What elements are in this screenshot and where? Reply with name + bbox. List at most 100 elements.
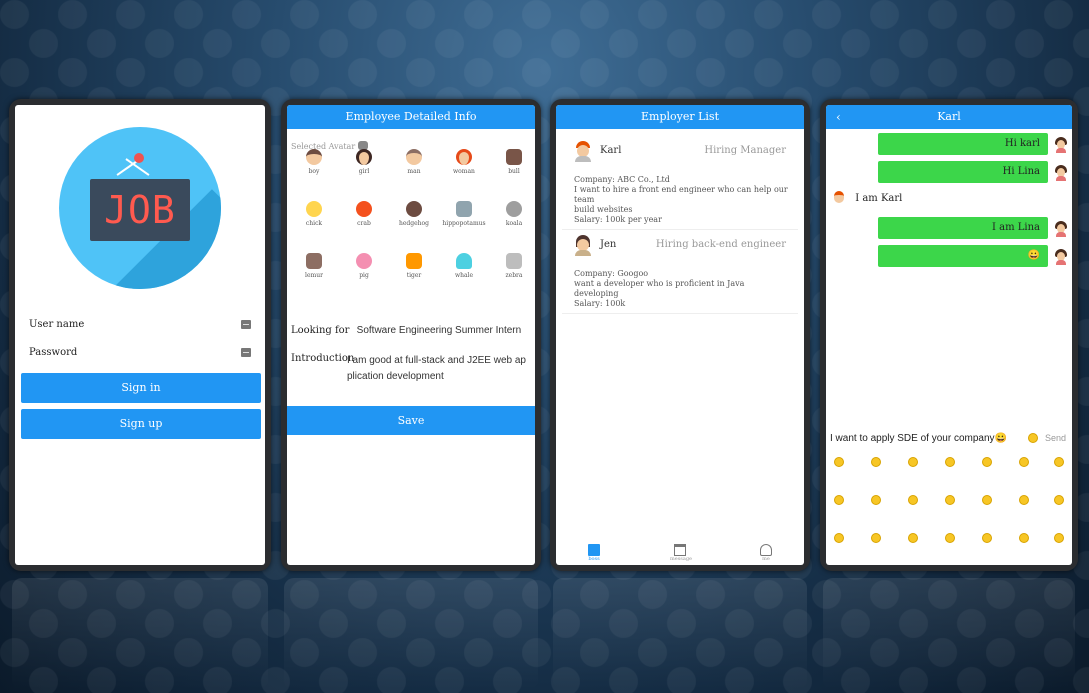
- emoji-icon[interactable]: [834, 457, 844, 467]
- emoji-icon[interactable]: [1054, 533, 1064, 543]
- emoji-icon[interactable]: [908, 495, 918, 505]
- card-header: Jen Hiring back-end engineer: [570, 231, 790, 259]
- signin-button[interactable]: Sign in: [21, 373, 261, 403]
- looking-for-row[interactable]: Looking for Software Engineering Summer …: [291, 325, 521, 336]
- emoji-icon[interactable]: [982, 533, 992, 543]
- crab-icon: [356, 201, 372, 217]
- employer-role: Hiring Manager: [704, 145, 786, 156]
- avatar-koala[interactable]: koala: [489, 201, 535, 251]
- user-icon: [760, 544, 772, 556]
- phone-chat: ‹ Karl Hi karl Hi Lina I am Karl I am Li…: [820, 99, 1078, 571]
- save-button[interactable]: Save: [287, 406, 535, 435]
- employer-name: Jen: [600, 239, 617, 250]
- hedgehog-icon: [406, 201, 422, 217]
- chat-header: ‹ Karl: [826, 105, 1072, 129]
- emoji-icon[interactable]: [834, 533, 844, 543]
- tab-me[interactable]: me: [756, 544, 776, 564]
- karl-avatar-icon: [834, 191, 844, 203]
- employer-role: Hiring back-end engineer: [655, 239, 786, 250]
- employer-card[interactable]: Jen Hiring back-end engineer Company: Go…: [562, 227, 798, 314]
- emoji-icon[interactable]: [1019, 495, 1029, 505]
- avatar-chick[interactable]: chick: [289, 201, 339, 251]
- avatar-crab[interactable]: crab: [339, 201, 389, 251]
- emoji-icon[interactable]: [834, 495, 844, 505]
- avatar-tiger[interactable]: tiger: [389, 253, 439, 303]
- chat-title: Karl: [937, 110, 961, 123]
- bottom-tab-bar: boss message me: [556, 541, 804, 565]
- avatar-man[interactable]: man: [389, 149, 439, 199]
- avatar-lemur[interactable]: lemur: [289, 253, 339, 303]
- emoji-icon[interactable]: [945, 495, 955, 505]
- emoji-icon[interactable]: [1054, 495, 1064, 505]
- lina-avatar-icon: [1054, 249, 1068, 265]
- bookmark-icon: [588, 544, 600, 556]
- avatar-zebra[interactable]: zebra: [489, 253, 535, 303]
- employer-list-title: Employer List: [556, 105, 804, 129]
- emoji-icon[interactable]: [871, 533, 881, 543]
- emoji-icon[interactable]: [1019, 533, 1029, 543]
- detail-screen: Employee Detailed Info Selected Avatar b…: [287, 105, 535, 565]
- keyboard-icon[interactable]: [241, 348, 251, 357]
- emoji-icon[interactable]: [982, 495, 992, 505]
- card-header: Karl Hiring Manager: [570, 137, 790, 165]
- description-line-2: build websites: [574, 205, 633, 214]
- avatar-woman[interactable]: woman: [439, 149, 489, 199]
- tiger-icon: [406, 253, 422, 269]
- back-arrow-icon[interactable]: ‹: [836, 105, 841, 129]
- message-left: I am Karl: [834, 191, 902, 204]
- lina-avatar-icon: [1054, 165, 1068, 181]
- lina-avatar-icon: [1054, 221, 1068, 237]
- avatar-bull[interactable]: bull: [489, 149, 535, 199]
- emoji-icon[interactable]: [945, 457, 955, 467]
- emoji-icon[interactable]: [908, 533, 918, 543]
- phone-reflection: [823, 578, 1075, 690]
- avatar-boy[interactable]: boy: [289, 149, 339, 199]
- tab-message[interactable]: message: [670, 544, 692, 564]
- emoji-icon[interactable]: [871, 457, 881, 467]
- emoji-icon[interactable]: [945, 533, 955, 543]
- send-button[interactable]: Send: [1045, 433, 1066, 443]
- avatar-pig[interactable]: pig: [339, 253, 389, 303]
- emoji-icon[interactable]: [982, 457, 992, 467]
- avatar-hippopotamus[interactable]: hippopotamus: [439, 201, 489, 251]
- password-field[interactable]: Password: [29, 343, 251, 363]
- avatar-whale[interactable]: whale: [439, 253, 489, 303]
- koala-icon: [506, 201, 522, 217]
- message-bubble: Hi Lina: [878, 161, 1048, 183]
- employer-screen: Employer List Karl Hiring Manager Compan…: [556, 105, 804, 565]
- username-field[interactable]: User name: [29, 315, 251, 335]
- karl-avatar-icon: [574, 141, 592, 162]
- emoji-toggle-icon[interactable]: [1028, 433, 1038, 443]
- looking-for-label: Looking for: [291, 325, 350, 336]
- avatar-girl[interactable]: girl: [339, 149, 389, 199]
- signup-button[interactable]: Sign up: [21, 409, 261, 439]
- introduction-input[interactable]: I am good at full-stack and J2EE web ap …: [347, 353, 535, 385]
- emoji-icon[interactable]: [871, 495, 881, 505]
- emoji-icon[interactable]: [1054, 457, 1064, 467]
- description-line-1: I want to hire a front end engineer who …: [574, 185, 788, 204]
- job-logo: JOB: [59, 127, 221, 289]
- salary-text: Salary: 100k per year: [574, 215, 662, 224]
- company-text: Company: Googoo: [574, 269, 649, 278]
- phone-login: JOB User name Password Sign in Sign up: [9, 99, 271, 571]
- introduction-line-1: I am good at full-stack and J2EE web ap: [347, 355, 526, 366]
- man-icon: [406, 149, 422, 165]
- phone-employers: Employer List Karl Hiring Manager Compan…: [550, 99, 810, 571]
- message-bubble: Hi karl: [878, 133, 1048, 155]
- phone-reflection: [12, 578, 268, 690]
- phone-detail: Employee Detailed Info Selected Avatar b…: [281, 99, 541, 571]
- message-input[interactable]: I want to apply SDE of your company😀 Sen…: [830, 433, 1068, 451]
- salary-text: Salary: 100k: [574, 299, 626, 308]
- employer-card[interactable]: Karl Hiring Manager Company: ABC Co., Lt…: [562, 133, 798, 230]
- username-label: User name: [29, 319, 85, 330]
- looking-for-input[interactable]: Software Engineering Summer Intern: [357, 325, 522, 336]
- description-line-1: want a developer who is proficient in Ja…: [574, 279, 745, 298]
- lemur-icon: [306, 253, 322, 269]
- chick-icon: [306, 201, 322, 217]
- card-body: Company: Googoo want a developer who is …: [570, 269, 790, 309]
- keyboard-icon[interactable]: [241, 320, 251, 329]
- emoji-icon[interactable]: [1019, 457, 1029, 467]
- tab-boss[interactable]: boss: [584, 544, 604, 564]
- emoji-icon[interactable]: [908, 457, 918, 467]
- avatar-hedgehog[interactable]: hedgehog: [389, 201, 439, 251]
